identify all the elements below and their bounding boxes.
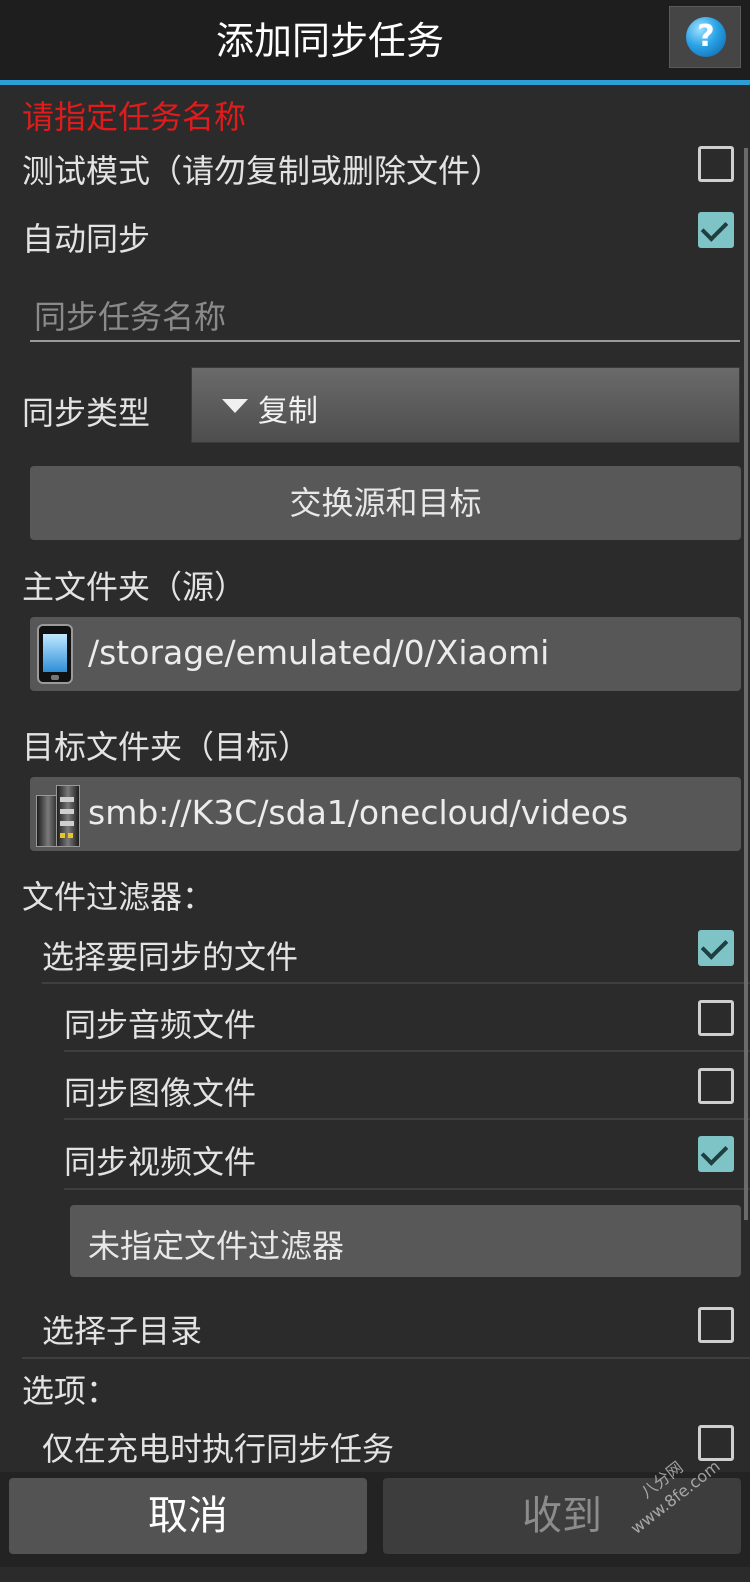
server-led <box>60 833 65 838</box>
test-mode-label: 测试模式（请勿复制或删除文件） <box>22 152 503 190</box>
source-folder-path: /storage/emulated/0/Xiaomi <box>88 633 550 672</box>
scrollbar[interactable] <box>744 148 748 1220</box>
server-led <box>68 833 73 838</box>
source-folder-label: 主文件夹（源） <box>22 568 247 606</box>
server-bay <box>60 809 74 814</box>
error-message: 请指定任务名称 <box>22 98 247 136</box>
divider <box>64 1188 750 1190</box>
server-bay <box>60 797 74 802</box>
video-files-label: 同步视频文件 <box>64 1143 257 1181</box>
subdirectory-checkbox[interactable] <box>698 1307 734 1343</box>
phone-icon <box>37 624 73 684</box>
divider <box>22 1357 750 1359</box>
test-mode-checkbox[interactable] <box>698 146 734 182</box>
help-icon: ? <box>686 17 726 57</box>
file-filter-button[interactable]: 未指定文件过滤器 <box>70 1205 741 1277</box>
cancel-button[interactable]: 取消 <box>9 1478 367 1554</box>
auto-sync-label: 自动同步 <box>22 220 151 258</box>
divider <box>64 1118 750 1120</box>
select-files-label: 选择要同步的文件 <box>42 938 299 976</box>
sync-type-dropdown[interactable]: 复制 <box>191 367 740 443</box>
file-filter-heading: 文件过滤器： <box>22 878 215 916</box>
swap-source-target-button[interactable]: 交换源和目标 <box>30 466 741 540</box>
audio-files-checkbox[interactable] <box>698 1000 734 1036</box>
server-icon <box>34 781 80 847</box>
auto-sync-checkbox[interactable] <box>698 212 734 248</box>
task-name-placeholder: 同步任务名称 <box>34 298 227 336</box>
title-divider <box>0 80 750 85</box>
file-filter-button-label: 未指定文件过滤器 <box>88 1227 345 1265</box>
source-folder-field[interactable]: /storage/emulated/0/Xiaomi <box>30 617 741 691</box>
server-bay <box>60 821 74 826</box>
select-files-checkbox[interactable] <box>698 930 734 966</box>
image-files-checkbox[interactable] <box>698 1068 734 1104</box>
options-heading: 选项： <box>22 1372 119 1410</box>
divider <box>64 1050 750 1052</box>
phone-screen <box>43 634 67 672</box>
audio-files-label: 同步音频文件 <box>64 1006 257 1044</box>
dropdown-arrow-icon <box>222 399 248 413</box>
task-name-input[interactable]: 同步任务名称 <box>30 284 740 342</box>
subdirectory-label: 选择子目录 <box>42 1312 203 1350</box>
phone-home-button <box>51 675 59 680</box>
divider <box>42 982 750 984</box>
target-folder-label: 目标文件夹（目标） <box>22 728 311 766</box>
target-folder-field[interactable]: smb://K3C/sda1/onecloud/videos <box>30 777 741 851</box>
image-files-label: 同步图像文件 <box>64 1074 257 1112</box>
sync-type-label: 同步类型 <box>22 394 151 432</box>
target-folder-path: smb://K3C/sda1/onecloud/videos <box>88 793 629 832</box>
page-title: 添加同步任务 <box>215 19 444 63</box>
video-files-checkbox[interactable] <box>698 1136 734 1172</box>
help-button[interactable]: ? <box>669 6 741 68</box>
charging-only-label: 仅在充电时执行同步任务 <box>42 1430 395 1468</box>
sync-type-value: 复制 <box>258 394 318 429</box>
